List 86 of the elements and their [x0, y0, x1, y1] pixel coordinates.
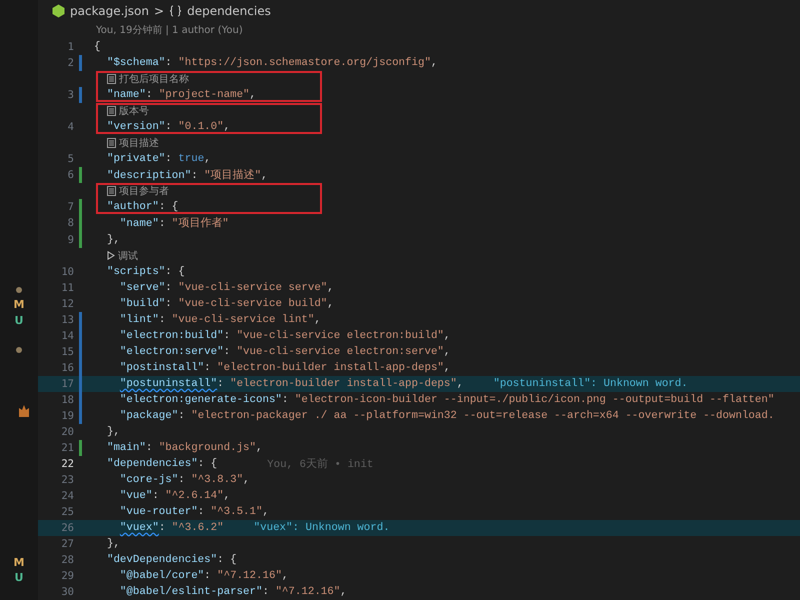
scm-status: U	[14, 314, 24, 327]
line-number: 9	[66, 234, 74, 246]
codelens[interactable]: 版本号	[107, 104, 149, 118]
figure-icon	[17, 404, 31, 418]
document-icon	[107, 186, 116, 196]
code-line: "vue-router": "^3.5.1",	[118, 506, 269, 518]
line-number: 8	[66, 217, 74, 230]
line-number: 22	[60, 458, 74, 470]
document-icon	[107, 106, 116, 116]
code-line: "package": "electron-packager ./ aa --platform=win32 --out=release --arch=x64 --overwrite --download.	[118, 410, 774, 422]
line-number: 28	[60, 554, 74, 566]
line-number: 20	[60, 426, 74, 438]
line-number: 10	[60, 266, 74, 278]
code-line: "core-js": "^3.8.3",	[118, 474, 250, 486]
code-line: "lint": "vue-cli-service lint",	[118, 314, 321, 326]
hexagon-icon	[52, 4, 65, 18]
code-line: },	[106, 538, 120, 550]
scm-status: M	[14, 556, 24, 569]
line-number: 15	[60, 346, 74, 358]
scm-status: M	[14, 298, 24, 312]
braces-icon	[169, 4, 182, 17]
code-line: "serve": "vue-cli-service serve",	[118, 282, 334, 294]
line-number: 21	[60, 442, 74, 454]
code-line: },	[106, 426, 120, 438]
code-line: "dependencies": {	[106, 458, 218, 470]
line-number: 29	[60, 570, 74, 582]
line-number: 12	[60, 298, 74, 310]
code-line: "$schema": "https://json.schemastore.org/jsconfig",	[106, 57, 438, 70]
code-line: "electron:serve": "vue-cli-service electron:serve",	[118, 346, 450, 358]
line-number: 11	[60, 282, 74, 294]
code-line: "devDependencies": {	[106, 554, 237, 566]
code-line: "scripts": {	[106, 266, 185, 278]
code-line: "@babel/core": "^7.12.16",	[118, 570, 288, 582]
code-line: "postinstall": "electron-builder install-app-deps",	[118, 362, 450, 374]
code-line: "description": "项目描述",	[106, 168, 268, 182]
blame-hint: You, 6天前 • init	[267, 457, 374, 471]
codelens[interactable]: 项目参与者	[107, 184, 169, 198]
line-number: 17	[60, 378, 74, 390]
line-number: 19	[60, 410, 74, 422]
line-number: 16	[60, 362, 74, 374]
line-number: 3	[66, 89, 74, 102]
line-number: 5	[66, 153, 74, 166]
code-line: "vue": "^2.6.14",	[118, 490, 230, 502]
dot-icon	[16, 286, 22, 293]
line-number: 27	[60, 538, 74, 550]
line-number: 25	[60, 506, 74, 518]
breadcrumb-separator: >	[154, 4, 164, 18]
codelens[interactable]: 项目描述	[107, 136, 159, 150]
line-number: 1	[66, 41, 74, 54]
code-line: "name": "项目作者"	[118, 216, 229, 230]
codelens[interactable]: 打包后项目名称	[107, 72, 189, 86]
code-line: {	[94, 41, 100, 54]
code-line: "name": "project-name",	[106, 89, 256, 102]
dot-icon	[16, 347, 22, 354]
code-line: "version": "0.1.0",	[106, 121, 230, 134]
code-line: "@babel/eslint-parser": "^7.12.16",	[118, 586, 347, 598]
line-number: 13	[60, 314, 74, 326]
document-icon	[107, 138, 116, 148]
line-number: 6	[66, 169, 74, 182]
play-icon	[107, 251, 115, 260]
code-line: "electron:build": "vue-cli-service electron:build",	[118, 330, 450, 342]
line-number: 30	[60, 586, 74, 598]
line-number: 26	[60, 522, 74, 534]
code-line: "vuex": "^3.6.2"	[118, 522, 224, 534]
code-line: "electron:generate-icons": "electron-icon-builder --input=./public/icon.png --output=build --flatten"	[118, 394, 774, 406]
code-line: "postuninstall": "electron-builder install-app-deps",	[118, 378, 464, 390]
line-number: 14	[60, 330, 74, 342]
code-line: },	[106, 234, 120, 246]
line-number: 23	[60, 474, 74, 486]
error-hint: "vuex": Unknown word.	[254, 522, 390, 534]
line-number: 18	[60, 394, 74, 406]
blame-info: You, 19分钟前 | 1 author (You)	[96, 24, 243, 38]
code-line: "private": true,	[106, 153, 211, 166]
error-hint: "postuninstall": Unknown word.	[493, 378, 688, 390]
codelens[interactable]: 调试	[107, 248, 138, 263]
document-icon	[107, 74, 116, 84]
line-number: 7	[66, 201, 74, 214]
breadcrumb-item[interactable]: package.json	[70, 4, 150, 18]
line-number: 24	[60, 490, 74, 502]
code-line: "author": {	[106, 201, 178, 214]
code-line: "build": "vue-cli-service build",	[118, 298, 334, 310]
scm-status: U	[14, 571, 24, 584]
line-number: 4	[66, 121, 74, 134]
code-line: "main": "background.js",	[106, 442, 263, 454]
breadcrumb-item[interactable]: dependencies	[187, 4, 271, 18]
line-number: 2	[66, 57, 74, 70]
